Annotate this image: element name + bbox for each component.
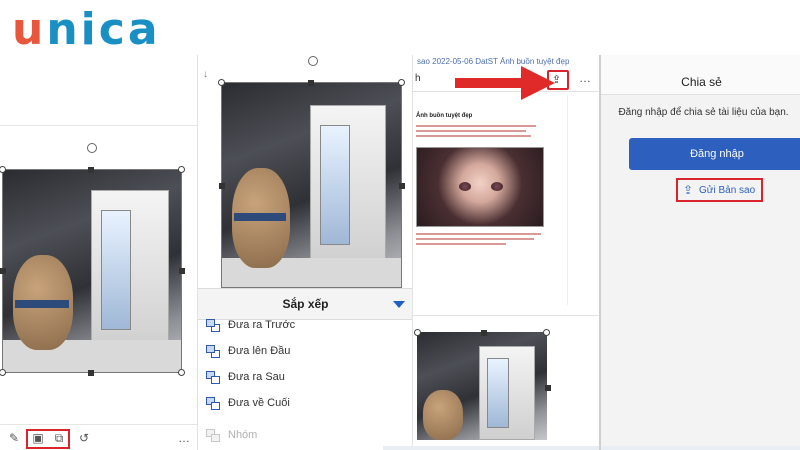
menu-item-label: Đưa ra Sau [228, 371, 285, 383]
undo-icon[interactable]: ↺ [76, 430, 92, 446]
resize-handle[interactable] [219, 183, 225, 189]
share-header: Chia sẻ [601, 55, 800, 95]
resize-handle[interactable] [545, 385, 551, 391]
resize-handle[interactable] [179, 268, 185, 274]
logo-letter-u: u [12, 4, 47, 55]
menu-item-bring-forward[interactable]: Đưa ra Trước [198, 313, 413, 339]
bottom-toolbar: ✎ ▣ ⧉ ↺ … [0, 424, 197, 450]
menu-item-send-backward[interactable]: Đưa ra Sau [198, 365, 413, 391]
resize-handle[interactable] [543, 329, 550, 336]
resize-handle[interactable] [178, 166, 185, 173]
panel-arrange-menu: ↓ Sắp xếp Đưa ra Trước Đưa lên Đầu Đưa r… [197, 55, 413, 450]
send-copy-label: Gửi Bản sao [699, 185, 756, 196]
share-description: Đăng nhập để chia sẻ tài liệu của bạn. [618, 107, 789, 118]
more-icon[interactable]: … [579, 71, 591, 85]
more-icon[interactable]: … [176, 430, 192, 446]
pc-dog-photo[interactable] [222, 83, 401, 287]
arrange-title: Sắp xếp [282, 297, 329, 311]
resize-handle[interactable] [399, 183, 405, 189]
logo-text: nica [46, 4, 161, 55]
resize-handle[interactable] [0, 268, 6, 274]
menu-item-group: Nhóm [198, 423, 413, 449]
group-icon [206, 429, 220, 442]
send-backward-icon [206, 371, 220, 384]
chevron-down-icon[interactable] [393, 301, 405, 308]
menu-item-bring-to-front[interactable]: Đưa lên Đầu [198, 339, 413, 365]
arrow-down-icon: ↓ [203, 69, 208, 80]
menu-item-label: Đưa lên Đầu [228, 345, 291, 357]
panel-image-selected [0, 55, 197, 450]
document-heading: Ảnh buồn tuyệt đẹp [416, 113, 473, 119]
divider [413, 315, 600, 316]
panel-share-sheet: Chia sẻ Đăng nhập để chia sẻ tài liệu củ… [599, 55, 800, 450]
share-title: Chia sẻ [681, 75, 722, 89]
resize-handle[interactable] [178, 369, 185, 376]
panel-document-view: sao 2022-05-06 DatST Ảnh buồn tuyệt đẹp … [383, 55, 601, 450]
menu-item-label: Đưa ra Trước [228, 319, 296, 331]
resize-handle[interactable] [88, 167, 94, 173]
bottom-strip [383, 446, 601, 450]
pc-dog-photo[interactable] [3, 170, 181, 372]
pc-dog-photo[interactable] [417, 332, 547, 440]
menu-item-label: Đưa về Cuối [228, 397, 290, 409]
resize-handle[interactable] [0, 369, 6, 376]
send-copy-button[interactable]: ⇪ Gửi Bản sao [676, 178, 763, 202]
upload-icon: ⇪ [683, 183, 694, 197]
menu-item-send-to-back[interactable]: Đưa về Cuối [198, 391, 413, 417]
bring-forward-icon [206, 319, 220, 332]
bottom-strip [601, 446, 800, 450]
document-title: sao 2022-05-06 DatST Ảnh buồn tuyệt đẹp [417, 57, 570, 66]
anime-girl-image[interactable] [416, 147, 544, 227]
resize-handle[interactable] [398, 79, 405, 86]
login-button-label: Đăng nhập [690, 148, 744, 160]
pen-edit-icon[interactable]: ✎ [6, 430, 22, 446]
document-page[interactable]: Ảnh buồn tuyệt đẹp [413, 95, 568, 305]
send-to-back-icon [206, 397, 220, 410]
login-button[interactable]: Đăng nhập [629, 138, 800, 170]
resize-handle[interactable] [481, 330, 487, 336]
divider [0, 125, 197, 126]
resize-handle[interactable] [308, 80, 314, 86]
resize-handle[interactable] [88, 370, 94, 376]
partial-label: h [415, 73, 421, 84]
resize-handle[interactable] [414, 329, 421, 336]
unica-logo: unica [12, 8, 161, 52]
rotate-handle[interactable] [87, 143, 97, 153]
bring-to-front-icon [206, 345, 220, 358]
menu-item-label: Nhóm [228, 429, 258, 441]
group-frame-icon[interactable]: ▣ [30, 430, 46, 446]
resize-handle[interactable] [218, 79, 225, 86]
red-arrow-icon [455, 66, 555, 100]
image-selection[interactable] [414, 329, 551, 440]
rotate-handle[interactable] [308, 56, 318, 66]
arrange-icon[interactable]: ⧉ [51, 430, 67, 446]
